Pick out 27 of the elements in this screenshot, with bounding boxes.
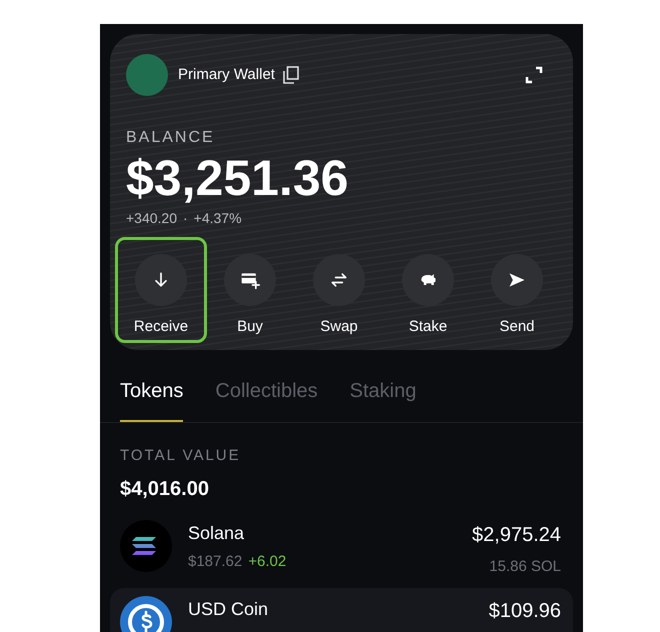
action-button[interactable]: Buy (204, 237, 296, 343)
balance-percent: +4.37% (194, 209, 242, 228)
tab[interactable]: Tokens (120, 368, 184, 422)
action-button[interactable]: Send (471, 237, 563, 343)
total-value-label: TOTAL VALUE (120, 446, 242, 466)
balance-amount: $3,251.36 (126, 152, 350, 204)
token-value: $2,975.24 (472, 522, 561, 548)
balance-change: +340.20 (126, 209, 177, 228)
token-name: USD Coin (188, 598, 270, 621)
avatar-placeholder (126, 54, 168, 96)
token-row[interactable]: Solana $187.62 +6.02 $2,975.24 15.86 SOL (110, 512, 573, 586)
wallet-name: Primary Wallet (178, 64, 275, 85)
token-row[interactable]: USD Coin $109.96 (110, 588, 573, 632)
token-price: $187.62 (188, 552, 242, 572)
token-name: Solana (188, 522, 246, 544)
action-button[interactable]: Stake (382, 237, 474, 343)
total-value-amount: $4,016.00 (120, 476, 210, 502)
copy-icon[interactable] (282, 66, 299, 84)
balance-label: BALANCE (126, 128, 216, 148)
separator-dot: · (183, 209, 188, 228)
token-amount: 15.86 SOL (489, 556, 561, 576)
action-button[interactable]: Receive (115, 237, 207, 343)
token-value: $109.96 (488, 599, 561, 624)
solana-logo-icon (120, 520, 172, 572)
token-change: +6.02 (248, 552, 286, 572)
expand-icon[interactable] (525, 66, 543, 84)
action-button[interactable]: Swap (293, 237, 385, 343)
